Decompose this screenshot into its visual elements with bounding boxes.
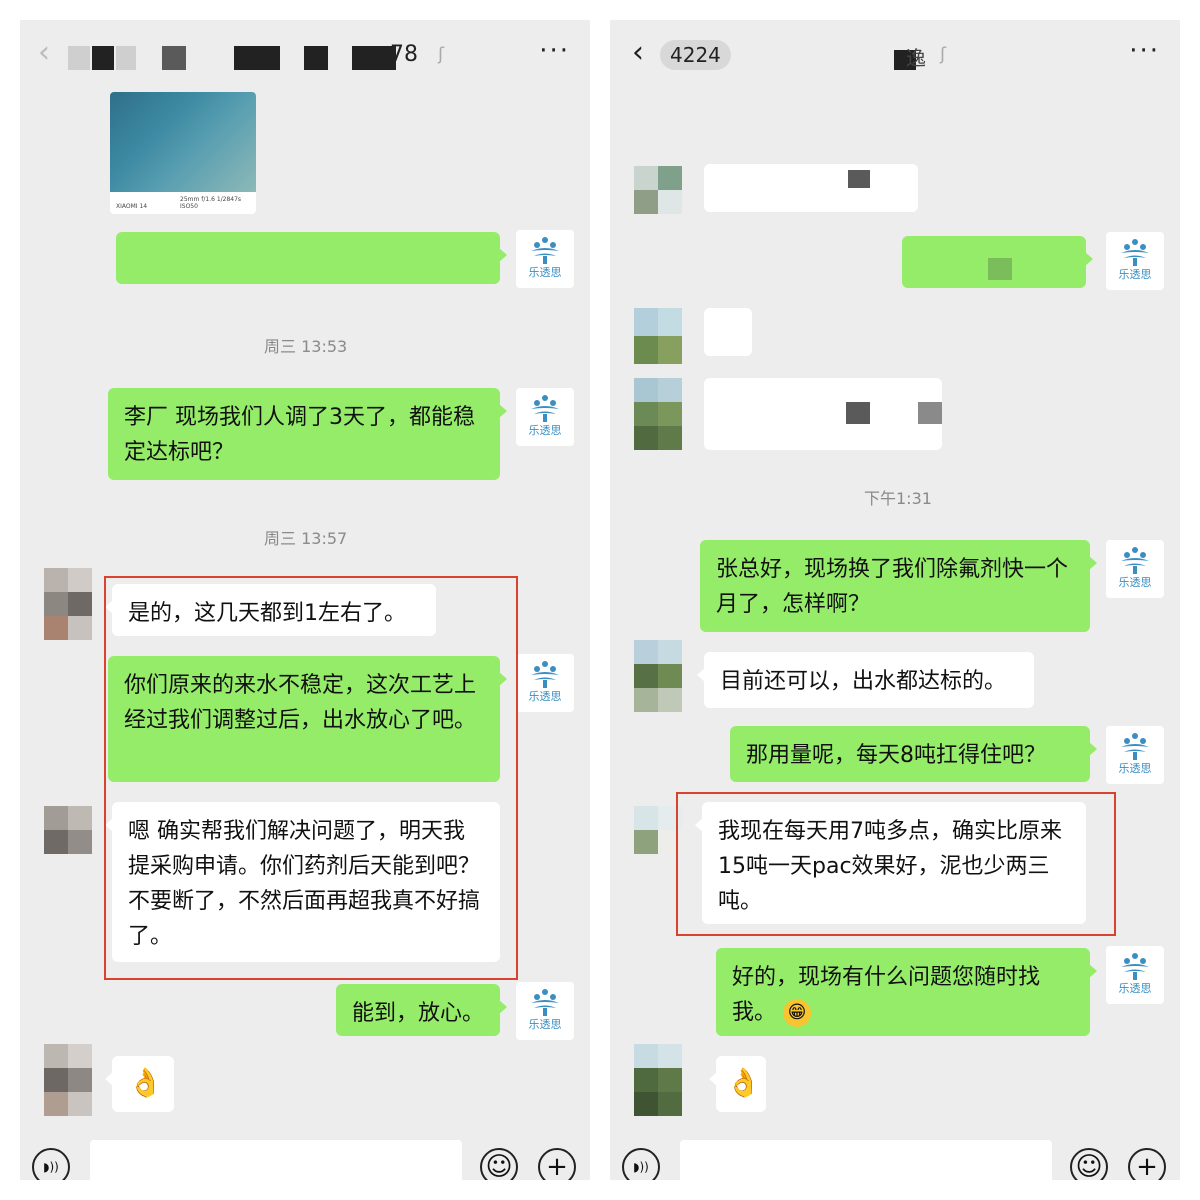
- voice-icon: ◗)): [633, 1160, 649, 1174]
- redacted-block: [116, 46, 136, 70]
- lotus-logo-icon: [531, 989, 559, 1016]
- logo-text: 乐透思: [1118, 268, 1152, 281]
- self-avatar[interactable]: 乐透思: [516, 654, 574, 712]
- message-bubble[interactable]: 目前还可以，出水都达标的。: [697, 652, 1034, 708]
- lotus-logo-icon: [1121, 953, 1149, 980]
- timestamp: 周三 13:57: [264, 529, 348, 548]
- more-functions-button[interactable]: +: [538, 1148, 576, 1180]
- message-bubble[interactable]: 能到，放心。: [336, 984, 507, 1036]
- redacted-block: [846, 402, 870, 424]
- message-bubble[interactable]: 那用量呢，每天8吨扛得住吧？: [730, 726, 1097, 782]
- smile-icon: ☺: [1075, 1152, 1103, 1180]
- self-avatar[interactable]: 乐透思: [1106, 726, 1164, 784]
- self-avatar[interactable]: 乐透思: [1106, 540, 1164, 598]
- logo-text: 乐透思: [528, 690, 562, 703]
- ear-icon: ʃ: [438, 44, 445, 65]
- redacted-message-bubble[interactable]: [116, 232, 507, 284]
- emoji-button[interactable]: ☺: [480, 1148, 518, 1180]
- lotus-logo-icon: [531, 395, 559, 422]
- unread-count-badge[interactable]: 4224: [660, 40, 731, 70]
- highlight-box: [104, 576, 518, 980]
- chat-window-left: ‹ 78 ʃ ··· XIAOMI 14 25mm f/1.6 1/2847s …: [20, 20, 590, 1180]
- lotus-logo-icon: [531, 237, 559, 264]
- logo-text: 乐透思: [1118, 762, 1152, 775]
- redacted-block: [234, 46, 280, 70]
- chat-title: 逸: [906, 46, 926, 70]
- plus-icon: +: [1136, 1152, 1158, 1180]
- redacted-block: [92, 46, 114, 70]
- back-button[interactable]: ‹: [38, 38, 50, 68]
- photo-specs: 25mm f/1.6 1/2847s ISO50: [180, 196, 242, 210]
- contact-avatar[interactable]: [634, 308, 682, 364]
- contact-avatar[interactable]: [634, 378, 682, 450]
- contact-avatar[interactable]: [634, 166, 682, 214]
- self-avatar[interactable]: 乐透思: [516, 388, 574, 446]
- smile-icon: ☺: [485, 1152, 513, 1180]
- message-bubble[interactable]: 张总好，现场换了我们除氟剂快一个月了，怎样啊？: [700, 540, 1097, 632]
- highlight-box: [676, 792, 1116, 936]
- more-options-button[interactable]: ···: [539, 36, 570, 66]
- redacted-block: [988, 258, 1012, 280]
- redacted-block: [918, 402, 942, 424]
- message-text: 好的，现场有什么问题您随时找我。: [732, 965, 1041, 1025]
- lotus-logo-icon: [1121, 239, 1149, 266]
- logo-text: 乐透思: [528, 266, 562, 279]
- more-options-button[interactable]: ···: [1129, 36, 1160, 66]
- timestamp: 下午1:31: [864, 489, 932, 508]
- redacted-message-bubble[interactable]: [704, 308, 752, 356]
- message-input[interactable]: [680, 1140, 1052, 1180]
- chat-header: ‹ 78 ʃ ···: [20, 20, 590, 90]
- message-bubble[interactable]: 李厂 现场我们人调了3天了，都能稳定达标吧？: [108, 388, 507, 480]
- logo-text: 乐透思: [528, 424, 562, 437]
- voice-input-button[interactable]: ◗)): [622, 1148, 660, 1180]
- self-avatar[interactable]: 乐透思: [1106, 946, 1164, 1004]
- logo-text: 乐透思: [1118, 576, 1152, 589]
- emoji-message[interactable]: 👌: [709, 1056, 766, 1112]
- redacted-block: [304, 46, 328, 70]
- more-functions-button[interactable]: +: [1128, 1148, 1166, 1180]
- redacted-message-bubble[interactable]: [902, 236, 1093, 288]
- voice-icon: ◗)): [43, 1160, 59, 1174]
- contact-avatar[interactable]: [634, 1044, 682, 1116]
- redacted-block: [162, 46, 186, 70]
- photo-caption: XIAOMI 14: [116, 203, 148, 210]
- contact-avatar[interactable]: [44, 568, 92, 640]
- grin-emoji: 😁: [783, 999, 812, 1027]
- redacted-message-bubble[interactable]: [704, 378, 942, 450]
- ok-hand-emoji: 👌: [128, 1066, 163, 1099]
- emoji-message[interactable]: 👌: [105, 1056, 174, 1112]
- logo-text: 乐透思: [1118, 982, 1152, 995]
- lotus-logo-icon: [1121, 547, 1149, 574]
- contact-avatar[interactable]: [634, 640, 682, 712]
- input-bar: ◗)) ☺ +: [610, 1136, 1180, 1180]
- redacted-block: [68, 46, 90, 70]
- chat-header: ‹ 4224 逸 ʃ ···: [610, 20, 1180, 90]
- photo-image: [110, 92, 256, 192]
- chat-title: 78: [390, 42, 418, 67]
- back-button[interactable]: ‹: [632, 38, 644, 68]
- chat-window-right: ‹ 4224 逸 ʃ ··· 乐透思 下午1:31 张总好，现场换了我们除氟剂快…: [610, 20, 1180, 1180]
- redacted-message-bubble[interactable]: [704, 164, 918, 212]
- self-avatar[interactable]: 乐透思: [516, 230, 574, 288]
- lotus-logo-icon: [1121, 733, 1149, 760]
- message-bubble[interactable]: 好的，现场有什么问题您随时找我。 😁: [716, 948, 1097, 1036]
- emoji-button[interactable]: ☺: [1070, 1148, 1108, 1180]
- timestamp: 周三 13:53: [264, 337, 348, 356]
- lotus-logo-icon: [531, 661, 559, 688]
- photo-message[interactable]: XIAOMI 14 25mm f/1.6 1/2847s ISO50: [110, 92, 256, 214]
- redacted-block: [848, 170, 870, 188]
- self-avatar[interactable]: 乐透思: [516, 982, 574, 1040]
- plus-icon: +: [546, 1152, 568, 1180]
- contact-avatar[interactable]: [44, 806, 92, 854]
- self-avatar[interactable]: 乐透思: [1106, 232, 1164, 290]
- message-input[interactable]: [90, 1140, 462, 1180]
- voice-input-button[interactable]: ◗)): [32, 1148, 70, 1180]
- input-bar: ◗)) ☺ +: [20, 1136, 590, 1180]
- logo-text: 乐透思: [528, 1018, 562, 1031]
- contact-avatar[interactable]: [44, 1044, 92, 1116]
- contact-avatar[interactable]: [634, 806, 682, 854]
- ok-hand-emoji: 👌: [726, 1066, 761, 1099]
- ear-icon: ʃ: [940, 44, 947, 65]
